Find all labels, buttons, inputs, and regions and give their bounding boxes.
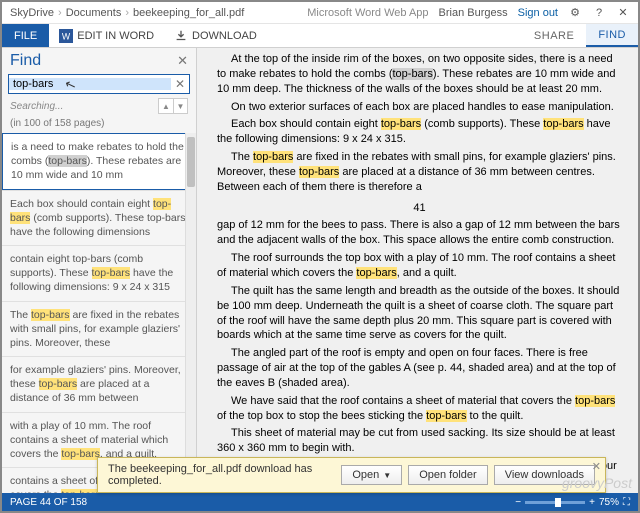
- zoom-controls: − + 75% ⛶: [515, 497, 630, 508]
- result-count: (in 100 of 158 pages): [2, 118, 196, 133]
- status-bar: PAGE 44 OF 158 − + 75% ⛶: [2, 493, 638, 511]
- edit-in-word-button[interactable]: W EDIT IN WORD: [49, 24, 164, 47]
- clear-icon[interactable]: ✕: [171, 77, 189, 91]
- find-panel: Find ✕ ✕ ↖ Searching... ▲ ▼ (in 100 of 1…: [2, 48, 197, 493]
- download-message: The beekeeping_for_all.pdf download has …: [108, 463, 335, 487]
- file-tab[interactable]: FILE: [2, 24, 49, 47]
- result-nav: ▲ ▼: [158, 98, 188, 114]
- share-tab[interactable]: SHARE: [522, 24, 586, 47]
- chevron-right-icon: ›: [58, 7, 62, 19]
- search-result[interactable]: The top-bars are fixed in the rebates wi…: [2, 301, 196, 357]
- document-viewport[interactable]: At the top of the inside rim of the boxe…: [197, 48, 638, 493]
- chevron-right-icon: ›: [125, 7, 129, 19]
- signout-link[interactable]: Sign out: [518, 7, 558, 19]
- search-results[interactable]: is a need to make rebates to hold the co…: [2, 133, 196, 493]
- close-icon[interactable]: ✕: [616, 6, 630, 20]
- scrollbar-thumb[interactable]: [187, 137, 195, 187]
- app-title: Microsoft Word Web App: [307, 7, 428, 19]
- search-input-wrapper: ✕ ↖: [8, 74, 190, 94]
- view-downloads-button[interactable]: View downloads: [494, 465, 595, 485]
- user-area: Brian Burgess Sign out ⚙ ? ✕: [439, 6, 630, 20]
- searching-label: Searching...: [10, 101, 63, 112]
- word-icon: W: [59, 29, 73, 43]
- zoom-in-button[interactable]: +: [589, 497, 595, 508]
- open-folder-button[interactable]: Open folder: [408, 465, 487, 485]
- breadcrumb-file: beekeeping_for_all.pdf: [133, 7, 244, 19]
- close-icon[interactable]: ✕: [592, 460, 601, 473]
- user-name: Brian Burgess: [439, 7, 508, 19]
- download-button[interactable]: DOWNLOAD: [164, 24, 267, 47]
- search-result[interactable]: contain eight top-bars (comb supports). …: [2, 245, 196, 301]
- search-result[interactable]: Each box should contain eight top-bars (…: [2, 190, 196, 246]
- page-indicator[interactable]: PAGE 44 OF 158: [10, 497, 87, 508]
- prev-result-button[interactable]: ▲: [159, 99, 173, 113]
- find-panel-title: Find: [10, 52, 177, 70]
- breadcrumb-folder[interactable]: Documents: [66, 7, 122, 19]
- zoom-out-button[interactable]: −: [515, 497, 521, 508]
- breadcrumb-root[interactable]: SkyDrive: [10, 7, 54, 19]
- search-result[interactable]: for example glaziers' pins. Moreover, th…: [2, 356, 196, 412]
- search-result[interactable]: is a need to make rebates to hold the co…: [2, 133, 196, 190]
- zoom-slider[interactable]: [525, 501, 585, 504]
- title-bar: SkyDrive › Documents › beekeeping_for_al…: [2, 2, 638, 24]
- download-notification: The beekeeping_for_all.pdf download has …: [97, 457, 606, 493]
- ribbon: FILE W EDIT IN WORD DOWNLOAD SHARE FIND: [2, 24, 638, 48]
- download-icon: [174, 29, 188, 43]
- chevron-down-icon[interactable]: ▼: [383, 471, 391, 480]
- svg-text:W: W: [62, 31, 71, 41]
- next-result-button[interactable]: ▼: [173, 99, 187, 113]
- gear-icon[interactable]: ⚙: [568, 6, 582, 20]
- close-icon[interactable]: ✕: [177, 53, 188, 69]
- highlight-current: top-bars: [392, 68, 432, 80]
- fullscreen-icon[interactable]: ⛶: [623, 497, 630, 508]
- search-input[interactable]: [9, 78, 171, 90]
- find-tab[interactable]: FIND: [586, 24, 638, 47]
- page-number: 41: [217, 201, 622, 216]
- open-button[interactable]: Open▼: [341, 465, 402, 485]
- help-icon[interactable]: ?: [592, 6, 606, 20]
- zoom-level[interactable]: 75%: [599, 497, 619, 508]
- breadcrumb: SkyDrive › Documents › beekeeping_for_al…: [10, 7, 307, 19]
